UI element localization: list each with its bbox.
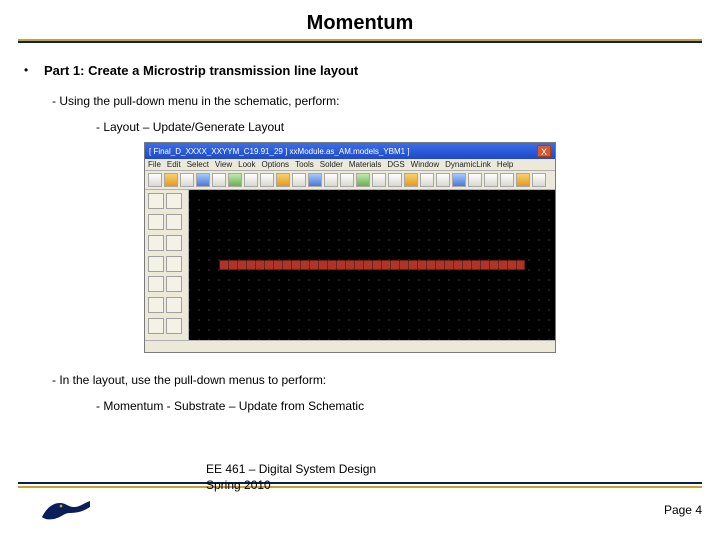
palette-button [148, 193, 164, 209]
footer-center: EE 461 – Digital System Design Spring 20… [18, 462, 702, 493]
logo-icon [38, 494, 94, 526]
section-heading: Part 1: Create a Microstrip transmission… [44, 63, 358, 78]
palette-button [166, 318, 182, 334]
window-titlebar: [ Final_D_XXXX_XXYYM_C19.91_29 ] xxModul… [145, 143, 555, 159]
menu-item: Materials [349, 160, 381, 169]
palette-button [166, 193, 182, 209]
palette-button [166, 297, 182, 313]
menu-item: Tools [295, 160, 314, 169]
course-line-1: EE 461 – Digital System Design [206, 462, 702, 478]
status-bar [145, 340, 555, 352]
palette [145, 190, 189, 340]
palette-button [166, 256, 182, 272]
menu-item: Options [261, 160, 289, 169]
layout-canvas [189, 190, 555, 340]
window-title: [ Final_D_XXXX_XXYYM_C19.91_29 ] xxModul… [149, 147, 410, 156]
palette-button [148, 256, 164, 272]
tool-icon [372, 173, 386, 187]
menu-item: Window [411, 160, 439, 169]
tool-icon [452, 173, 466, 187]
work-area [145, 190, 555, 340]
tool-icon [468, 173, 482, 187]
palette-button [148, 276, 164, 292]
menu-item: Help [497, 160, 513, 169]
close-icon: X [537, 145, 551, 157]
footer-row: EE 461 – Digital System Design Spring 20… [18, 488, 702, 526]
tool-icon [500, 173, 514, 187]
tool-icon [260, 173, 274, 187]
layout-editor-screenshot: [ Final_D_XXXX_XXYYM_C19.91_29 ] xxModul… [144, 142, 556, 353]
palette-button [148, 297, 164, 313]
menu-item: Select [187, 160, 209, 169]
palette-button [148, 318, 164, 334]
footer: EE 461 – Digital System Design Spring 20… [18, 456, 702, 526]
body-line-3: - In the layout, use the pull-down menus… [52, 373, 696, 387]
menubar: File Edit Select View Look Options Tools… [145, 159, 555, 171]
toolbar-1 [145, 171, 555, 190]
palette-button [148, 214, 164, 230]
page-title: Momentum [18, 12, 702, 35]
tool-icon [516, 173, 530, 187]
palette-button [148, 235, 164, 251]
body-line-4: - Momentum - Substrate – Update from Sch… [96, 399, 696, 413]
slide: Momentum • Part 1: Create a Microstrip t… [0, 0, 720, 540]
tool-icon [532, 173, 546, 187]
menu-item: Look [238, 160, 255, 169]
tool-icon [340, 173, 354, 187]
tool-icon [228, 173, 242, 187]
menu-item: Edit [167, 160, 181, 169]
bullet-icon: • [24, 63, 34, 78]
palette-button [166, 276, 182, 292]
tool-icon [436, 173, 450, 187]
tool-icon [276, 173, 290, 187]
course-line-2: Spring 2010 [206, 478, 702, 494]
tool-icon [196, 173, 210, 187]
tool-icon [356, 173, 370, 187]
palette-button [166, 235, 182, 251]
menu-item: File [148, 160, 161, 169]
tool-icon [484, 173, 498, 187]
tool-icon [388, 173, 402, 187]
screenshot-wrap: [ Final_D_XXXX_XXYYM_C19.91_29 ] xxModul… [144, 142, 696, 353]
tool-icon [308, 173, 322, 187]
tool-icon [212, 173, 226, 187]
heading-row: • Part 1: Create a Microstrip transmissi… [24, 63, 696, 78]
menu-item: DGS [387, 160, 404, 169]
menu-item: Solder [320, 160, 343, 169]
content: • Part 1: Create a Microstrip transmissi… [18, 43, 702, 413]
menu-item: View [215, 160, 232, 169]
tool-icon [420, 173, 434, 187]
page-number: Page 4 [664, 503, 702, 517]
tool-icon [324, 173, 338, 187]
tool-icon [164, 173, 178, 187]
tool-icon [148, 173, 162, 187]
body-line-1: - Using the pull-down menu in the schema… [52, 94, 696, 108]
tool-icon [292, 173, 306, 187]
body-line-2: - Layout – Update/Generate Layout [96, 120, 696, 134]
menu-item: DynamicLink [445, 160, 491, 169]
tool-icon [244, 173, 258, 187]
palette-button [166, 214, 182, 230]
tool-icon [180, 173, 194, 187]
tool-icon [404, 173, 418, 187]
trace-ticks [219, 260, 525, 270]
